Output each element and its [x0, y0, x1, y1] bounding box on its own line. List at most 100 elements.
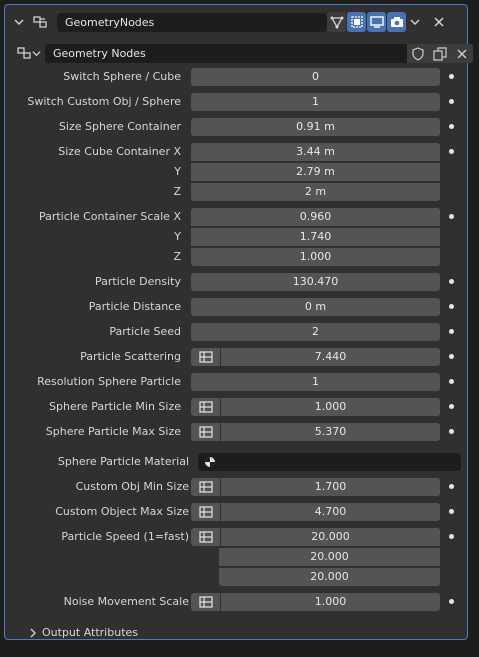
output-attributes-label: Output Attributes	[42, 626, 139, 639]
geometry-nodes-icon	[33, 16, 47, 28]
input-label: Y	[174, 230, 181, 243]
keyframe-dot[interactable]	[449, 124, 454, 129]
input-field-size-cube-y[interactable]: 2.79 m	[191, 163, 440, 181]
keyframe-dot[interactable]	[449, 404, 454, 409]
attribute-toggle-button[interactable]	[191, 503, 220, 521]
unlink-button[interactable]	[451, 44, 473, 63]
input-label: Noise Movement Scale	[63, 595, 189, 608]
input-field-custom-obj-max[interactable]: 4.700	[221, 503, 440, 521]
input-field-size-sphere-container[interactable]: 0.91 m	[191, 118, 440, 136]
node-group-name-field[interactable]: Geometry Nodes	[45, 44, 411, 63]
keyframe-dot[interactable]	[449, 74, 454, 79]
dropdown-chevron-icon[interactable]	[409, 16, 421, 28]
input-label: Z	[173, 250, 181, 263]
monitor-icon	[369, 16, 384, 28]
keyframe-dot[interactable]	[449, 429, 454, 434]
close-icon[interactable]	[431, 14, 447, 30]
input-label: Sphere Particle Material	[57, 455, 189, 468]
input-field-sphere-min-size[interactable]: 1.000	[221, 398, 440, 416]
attribute-icon	[198, 506, 213, 518]
input-field-particle-scale-x[interactable]: 0.960	[191, 208, 440, 226]
keyframe-dot[interactable]	[449, 354, 454, 359]
duplicate-icon	[433, 46, 447, 61]
keyframe-dot[interactable]	[449, 534, 454, 539]
attribute-icon	[198, 401, 213, 413]
render-toggle[interactable]	[387, 12, 406, 32]
node-group-selector: Geometry Nodes	[15, 43, 473, 65]
input-field-noise-movement[interactable]: 1.000	[221, 593, 440, 611]
input-label: Size Cube Container X	[58, 145, 181, 158]
input-label: Particle Scattering	[80, 350, 181, 363]
attribute-icon	[198, 531, 213, 543]
camera-icon	[390, 17, 403, 27]
input-field-switch-custom-obj[interactable]: 1	[191, 93, 440, 111]
chevron-down-icon	[32, 51, 41, 57]
keyframe-dot[interactable]	[449, 509, 454, 514]
input-field-switch-sphere-cube[interactable]: 0	[191, 68, 440, 86]
keyframe-dot[interactable]	[449, 304, 454, 309]
edit-mode-toggle[interactable]	[327, 12, 346, 32]
input-field-size-cube-x[interactable]: 3.44 m	[191, 143, 440, 161]
keyframe-dot[interactable]	[449, 279, 454, 284]
material-selector[interactable]	[198, 453, 461, 471]
modifier-header: GeometryNodes	[11, 11, 463, 33]
input-label: Particle Container Scale X	[38, 210, 181, 223]
input-label: Custom Object Max Size	[55, 505, 189, 518]
input-field-particle-scale-y[interactable]: 1.740	[191, 228, 440, 246]
attribute-toggle-button[interactable]	[191, 398, 220, 416]
input-field-custom-obj-min[interactable]: 1.700	[221, 478, 440, 496]
cage-toggle[interactable]	[347, 12, 366, 32]
keyframe-dot[interactable]	[449, 149, 454, 154]
keyframe-dot[interactable]	[449, 484, 454, 489]
input-label: Sphere Particle Max Size	[45, 425, 181, 438]
input-label: Sphere Particle Min Size	[49, 400, 181, 413]
vertex-triangle-icon	[330, 16, 343, 29]
keyframe-dot[interactable]	[449, 599, 454, 604]
attribute-icon	[198, 426, 213, 438]
input-field-particle-speed-x[interactable]: 20.000	[221, 528, 440, 546]
attribute-toggle-button[interactable]	[191, 478, 220, 496]
attribute-icon	[198, 481, 213, 493]
keyframe-dot[interactable]	[449, 379, 454, 384]
input-field-size-cube-z[interactable]: 2 m	[191, 183, 440, 201]
modifier-name-field[interactable]: GeometryNodes	[57, 13, 327, 32]
attribute-icon	[198, 596, 213, 608]
input-label: Switch Sphere / Cube	[63, 70, 181, 83]
duplicate-button[interactable]	[429, 44, 451, 63]
input-field-particle-scale-z[interactable]: 1.000	[191, 248, 440, 266]
input-label: Y	[174, 165, 181, 178]
input-field-particle-speed-z[interactable]: 20.000	[219, 568, 440, 586]
collapse-chevron-icon[interactable]	[13, 16, 25, 28]
shield-icon	[412, 46, 424, 61]
input-label: Size Sphere Container	[58, 120, 181, 133]
input-field-sphere-max-size[interactable]: 5.370	[221, 423, 440, 441]
node-group-browse[interactable]	[15, 44, 43, 63]
material-sphere-icon	[205, 457, 215, 467]
fake-user-button[interactable]	[407, 44, 429, 63]
attribute-toggle-button[interactable]	[191, 423, 220, 441]
chevron-right-icon	[30, 628, 36, 638]
input-label: Particle Distance	[88, 300, 181, 313]
keyframe-dot[interactable]	[449, 99, 454, 104]
attribute-icon	[198, 351, 213, 363]
attribute-toggle-button[interactable]	[191, 593, 220, 611]
input-field-particle-seed[interactable]: 2	[191, 323, 440, 341]
input-label: Resolution Sphere Particle	[37, 375, 181, 388]
keyframe-dot[interactable]	[449, 214, 454, 219]
keyframe-dot[interactable]	[449, 329, 454, 334]
x-icon	[457, 49, 467, 58]
input-field-particle-density[interactable]: 130.470	[191, 273, 440, 291]
viewport-toggle[interactable]	[367, 12, 386, 32]
attribute-toggle-button[interactable]	[191, 348, 220, 366]
attribute-toggle-button[interactable]	[191, 528, 220, 546]
input-label: Z	[173, 185, 181, 198]
input-field-particle-speed-y[interactable]: 20.000	[219, 548, 440, 566]
node-tree-icon	[17, 47, 31, 59]
input-label: Particle Density	[95, 275, 181, 288]
input-field-particle-distance[interactable]: 0 m	[191, 298, 440, 316]
input-label: Switch Custom Obj / Sphere	[27, 95, 181, 108]
input-label: Custom Obj Min Size	[75, 480, 189, 493]
input-field-resolution-sphere[interactable]: 1	[191, 373, 440, 391]
input-label: Particle Speed (1=fast)	[61, 530, 189, 543]
input-field-particle-scattering[interactable]: 7.440	[221, 348, 440, 366]
